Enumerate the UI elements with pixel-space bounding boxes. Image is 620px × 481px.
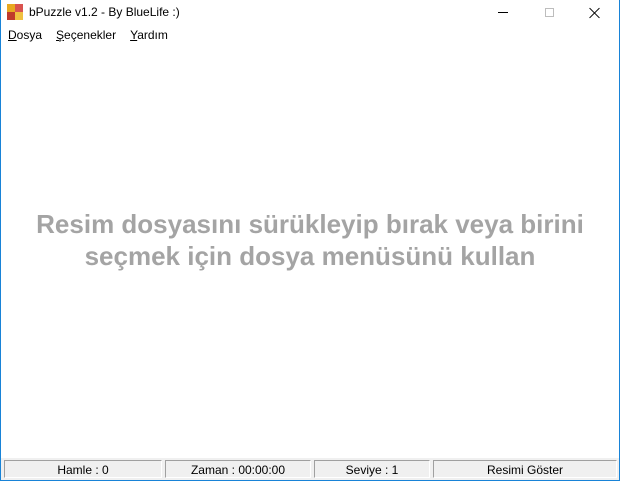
timer-display: Zaman : 00:00:00 bbox=[165, 460, 311, 478]
app-window: bPuzzle v1.2 - By BlueLife :) Dosya Şeçe… bbox=[0, 0, 620, 481]
menu-options-label: eçenekler bbox=[64, 28, 117, 42]
menu-options-mnemonic: Ş bbox=[56, 28, 65, 42]
level-display: Seviye : 1 bbox=[314, 460, 430, 478]
menu-help[interactable]: Yardım bbox=[123, 25, 175, 45]
puzzle-app-icon[interactable] bbox=[7, 4, 23, 20]
maximize-button[interactable] bbox=[526, 0, 572, 25]
status-bar: Hamle : 0 Zaman : 00:00:00 Seviye : 1 Re… bbox=[1, 458, 619, 480]
window-title: bPuzzle v1.2 - By BlueLife :) bbox=[29, 5, 180, 19]
minimize-button[interactable] bbox=[480, 0, 526, 25]
drop-hint-line-1: Resim dosyasını sürükleyip bırak veya bi… bbox=[36, 209, 584, 239]
menu-file-label: osya bbox=[16, 28, 43, 42]
drop-hint-line-2: seçmek için dosya menüsünü kullan bbox=[84, 241, 536, 271]
close-icon bbox=[589, 7, 601, 19]
menu-bar: Dosya Şeçenekler Yardım bbox=[1, 25, 619, 45]
title-bar[interactable]: bPuzzle v1.2 - By BlueLife :) bbox=[1, 0, 619, 25]
menu-file-mnemonic: D bbox=[8, 28, 17, 42]
menu-options[interactable]: Şeçenekler bbox=[49, 25, 123, 45]
moves-counter: Hamle : 0 bbox=[4, 460, 162, 478]
menu-file[interactable]: Dosya bbox=[1, 25, 49, 45]
menu-help-label: ardım bbox=[137, 28, 168, 42]
maximize-icon bbox=[544, 8, 554, 17]
close-button[interactable] bbox=[572, 0, 618, 25]
drop-hint-text: Resim dosyasını sürükleyip bırak veya bi… bbox=[1, 208, 619, 272]
minimize-icon bbox=[498, 12, 508, 13]
puzzle-drop-area[interactable]: Resim dosyasını sürükleyip bırak veya bi… bbox=[1, 45, 619, 458]
show-image-button[interactable]: Resimi Göster bbox=[433, 460, 617, 478]
